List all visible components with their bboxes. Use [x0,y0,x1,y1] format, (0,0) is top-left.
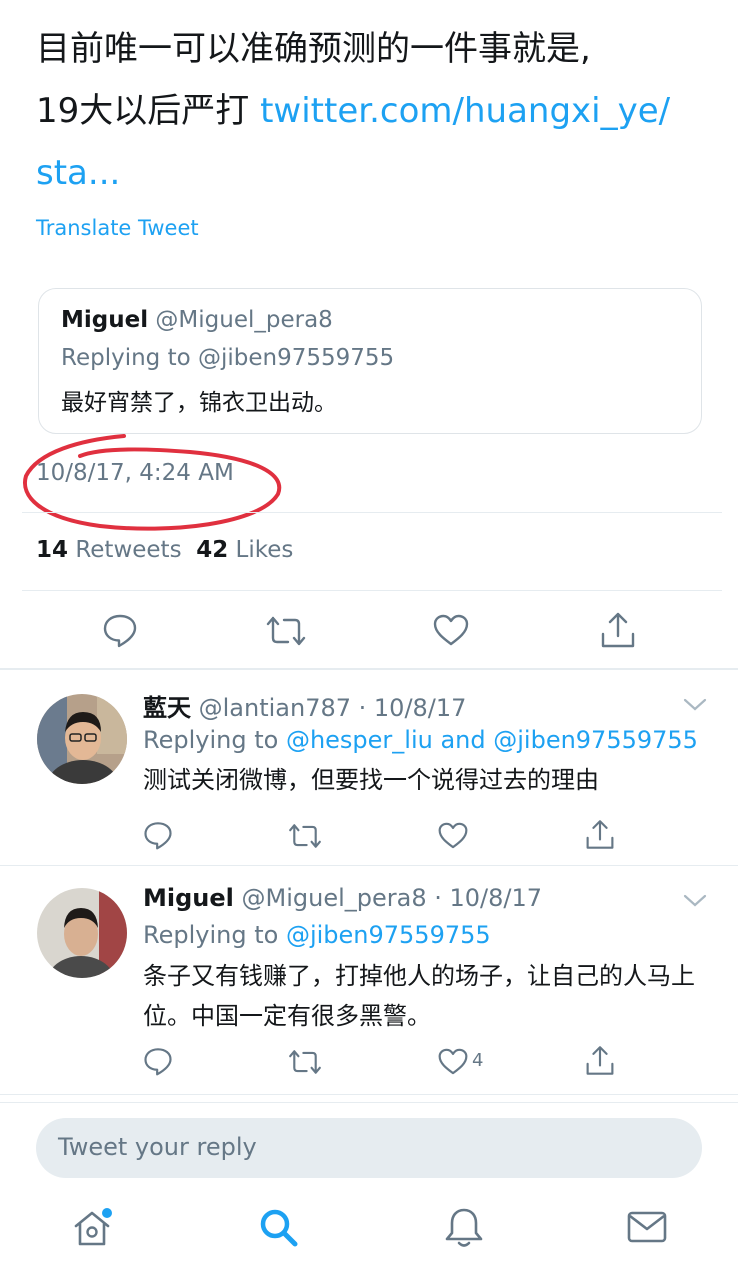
notifications-icon[interactable] [444,1206,484,1250]
tweet-link[interactable]: twitter.com/huangxi_ye/ [260,91,670,131]
retweet-icon[interactable] [266,614,306,648]
tweet-text: 目前唯一可以准确预测的一件事就是, 19大以后严打 twitter.com/hu… [36,18,706,204]
retweet-icon[interactable] [288,1048,322,1076]
replying-handles[interactable]: @hesper_liu and @jiben97559755 [286,726,698,754]
tweet-text-line2: 19大以后严打 [36,91,261,131]
reply-text: 条子又有钱赚了，打掉他人的场子，让自己的人马上位。中国一定有很多黑警。 [143,962,695,1030]
messages-icon[interactable] [626,1210,668,1246]
quoted-tweet[interactable]: Miguel @Miguel_pera8 Replying to @jiben9… [38,288,702,434]
like-icon[interactable] [433,614,469,646]
notification-dot [102,1208,112,1218]
tweet-actions [0,608,738,658]
quoted-handle: @Miguel_pera8 [148,307,333,333]
chevron-down-icon[interactable] [683,894,707,908]
tweet-stats: 14 Retweets 42 Likes [36,537,293,563]
replying-prefix: Replying to [143,921,286,949]
likes-label[interactable]: Likes [228,537,294,563]
share-icon[interactable] [585,1044,615,1077]
compose-placeholder: Tweet your reply [58,1133,257,1161]
quoted-header: Miguel @Miguel_pera8 [61,307,333,333]
reply-tweet[interactable]: 藍天 @lantian787 · 10/8/17 Replying to @he… [0,670,738,866]
divider [0,1102,738,1103]
reply-icon[interactable] [102,612,138,648]
reply-name[interactable]: Miguel [143,884,234,912]
reply-meta: @lantian787 · 10/8/17 [191,694,467,722]
red-circle-annotation [23,434,282,531]
divider [22,590,722,591]
replying-prefix: Replying to [143,726,286,754]
retweets-count[interactable]: 14 [36,537,68,563]
divider [22,512,722,513]
translate-tweet-link[interactable]: Translate Tweet [36,216,199,240]
reply-name[interactable]: 藍天 [143,694,191,722]
quoted-text: 最好宵禁了，锦衣卫出动。 [61,390,337,416]
like-icon[interactable] [438,822,468,849]
reply-header: 藍天 @lantian787 · 10/8/17 [143,688,466,723]
retweets-label[interactable]: Retweets [68,537,181,563]
like-icon[interactable] [438,1048,468,1075]
reply-meta: @Miguel_pera8 · 10/8/17 [233,884,543,912]
quoted-replying-to: Replying to @jiben97559755 [61,345,395,371]
reply-replying-to: Replying to @hesper_liu and @jiben975597… [143,726,698,754]
reply-header: Miguel @Miguel_pera8 · 10/8/17 [143,884,542,912]
reply-icon[interactable] [143,1046,173,1076]
share-icon[interactable] [600,610,636,650]
retweet-icon[interactable] [288,822,322,850]
tweet-text-line1: 目前唯一可以准确预测的一件事就是, [36,29,591,69]
replying-handles[interactable]: @jiben97559755 [286,921,491,949]
share-icon[interactable] [585,818,615,851]
bottom-tab-bar [0,1190,738,1280]
avatar[interactable] [37,888,127,978]
avatar[interactable] [37,694,127,784]
search-icon[interactable] [257,1206,301,1250]
tweet-link-cont[interactable]: sta... [36,153,120,193]
chevron-down-icon[interactable] [683,698,707,712]
divider [0,1094,738,1095]
likes-count[interactable]: 42 [196,537,228,563]
reply-compose-input[interactable]: Tweet your reply [36,1118,702,1178]
reply-icon[interactable] [143,820,173,850]
like-count: 4 [472,1050,484,1071]
reply-text: 测试关闭微博，但要找一个说得过去的理由 [143,766,599,794]
reply-replying-to: Replying to @jiben97559755 [143,921,491,949]
quoted-name: Miguel [61,307,149,333]
reply-tweet[interactable]: Miguel @Miguel_pera8 · 10/8/17 Replying … [0,866,738,1096]
